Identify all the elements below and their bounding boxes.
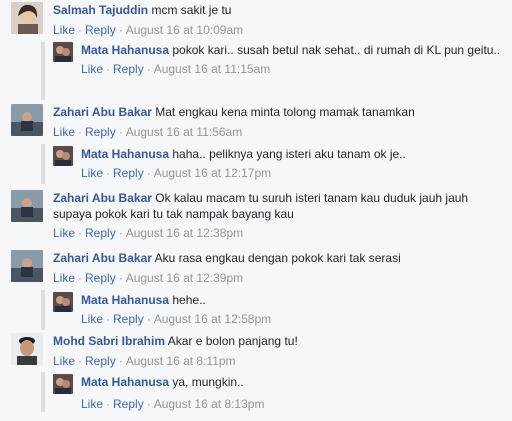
- comment-text: ya, mungkin..: [172, 375, 244, 389]
- reply-rail: [41, 42, 45, 100]
- separator: ·: [106, 312, 111, 326]
- separator: ·: [146, 397, 151, 411]
- like-link[interactable]: Like: [53, 354, 75, 368]
- comment-timestamp[interactable]: August 16 at 12:38pm: [126, 226, 243, 240]
- reply-rail: [41, 290, 45, 330]
- reply-link[interactable]: Reply: [113, 166, 144, 180]
- like-link[interactable]: Like: [53, 226, 75, 240]
- comment-author[interactable]: Zahari Abu Bakar: [53, 191, 152, 205]
- comment-author[interactable]: Zahari Abu Bakar: [53, 105, 152, 119]
- reply-link[interactable]: Reply: [85, 271, 116, 285]
- reply-link[interactable]: Reply: [113, 62, 144, 76]
- comment-text: haha.. peliknyа yang isteri aku tanam ok…: [172, 147, 406, 161]
- separator: ·: [78, 271, 83, 285]
- separator: ·: [146, 166, 151, 180]
- avatar[interactable]: [53, 374, 73, 394]
- comment: Zahari Abu Bakar Aku rasa engkau dengan …: [11, 250, 501, 286]
- like-link[interactable]: Like: [53, 125, 75, 139]
- avatar[interactable]: [53, 146, 73, 166]
- comment-author[interactable]: Zahari Abu Bakar: [53, 251, 152, 265]
- separator: ·: [78, 23, 83, 37]
- reply-rail: [41, 144, 45, 184]
- reply-comment: Mata Hahanusa hehe.. Like · Reply · August 1…: [53, 292, 503, 330]
- avatar[interactable]: [53, 292, 73, 312]
- reply-link[interactable]: Reply: [113, 397, 144, 411]
- separator: ·: [118, 226, 123, 240]
- separator: ·: [118, 23, 123, 37]
- comment-timestamp[interactable]: August 16 at 12:58pm: [154, 312, 271, 326]
- avatar[interactable]: [11, 104, 43, 136]
- reply-link[interactable]: Reply: [85, 23, 116, 37]
- reply-link[interactable]: Reply: [85, 226, 116, 240]
- comment: Zahari Abu Bakar Mat engkau kena minta t…: [11, 104, 501, 140]
- comment-text: Mat engkau kena minta tolong mamak tanam…: [155, 105, 415, 119]
- avatar[interactable]: [53, 42, 73, 62]
- comment: Mohd Sabri Ibrahim Akar e bolon panjang …: [11, 333, 501, 369]
- avatar[interactable]: [11, 333, 43, 365]
- avatar[interactable]: [11, 250, 43, 282]
- reply-link[interactable]: Reply: [113, 312, 144, 326]
- like-link[interactable]: Like: [81, 62, 103, 76]
- reply-comment: Mata Hahanusa haha.. peliknyа yang ister…: [53, 146, 503, 184]
- comment-author[interactable]: Mohd Sabri Ibrahim: [53, 334, 165, 348]
- separator: ·: [78, 125, 83, 139]
- comment-timestamp[interactable]: August 16 at 11:56am: [126, 125, 243, 139]
- comment-author[interactable]: Mata Hahanusa: [81, 147, 169, 161]
- like-link[interactable]: Like: [81, 166, 103, 180]
- comment-timestamp[interactable]: August 16 at 8:13pm: [154, 397, 265, 411]
- comment-thread: Salmah Tajuddin mcm sakit je tu Like · Rep…: [0, 0, 512, 421]
- comment-timestamp[interactable]: August 16 at 12:17pm: [154, 166, 271, 180]
- avatar[interactable]: [11, 2, 43, 34]
- comment-author[interactable]: Salmah Tajuddin: [53, 3, 148, 17]
- comment-text: Aku rasa engkau dengan pokok kari tak se…: [154, 251, 401, 265]
- comment-author[interactable]: Mata Hahanusa: [81, 293, 169, 307]
- reply-rail: [41, 372, 45, 412]
- separator: ·: [106, 62, 111, 76]
- comment: Salmah Tajuddin mcm sakit je tu Like · Rep…: [11, 2, 501, 38]
- separator: ·: [106, 166, 111, 180]
- comment-author[interactable]: Mata Hahanusa: [81, 43, 169, 57]
- comment-timestamp[interactable]: August 16 at 12:39pm: [126, 271, 243, 285]
- comment-text: pokok kari.. susah betul nak sehat.. di …: [172, 43, 501, 57]
- comment-timestamp[interactable]: August 16 at 11:15am: [154, 62, 271, 76]
- reply-comment: Mata Hahanusa ya, mungkin.. Like · Reply · A…: [53, 374, 503, 414]
- separator: ·: [118, 125, 123, 139]
- comment-text: mcm sakit je tu: [151, 3, 232, 17]
- like-link[interactable]: Like: [53, 23, 75, 37]
- comment-timestamp[interactable]: August 16 at 10:09am: [126, 23, 243, 37]
- comment: Zahari Abu Bakar Ok kalau macam tu suruh…: [11, 190, 501, 242]
- comment-text: Akar e bolon panjang tu!: [167, 334, 298, 348]
- comment-text: hehe..: [172, 293, 206, 307]
- reply-link[interactable]: Reply: [85, 125, 116, 139]
- separator: ·: [78, 354, 83, 368]
- like-link[interactable]: Like: [81, 312, 103, 326]
- comment-timestamp[interactable]: August 16 at 8:11pm: [126, 354, 236, 368]
- reply-link[interactable]: Reply: [85, 354, 116, 368]
- reply-comment: Mata Hahanusa pokok kari.. susah betul n…: [53, 42, 503, 98]
- separator: ·: [118, 354, 123, 368]
- avatar[interactable]: [11, 190, 43, 222]
- like-link[interactable]: Like: [53, 271, 75, 285]
- like-link[interactable]: Like: [81, 397, 103, 411]
- separator: ·: [118, 271, 123, 285]
- separator: ·: [146, 62, 151, 76]
- comment-author[interactable]: Mata Hahanusa: [81, 375, 169, 389]
- separator: ·: [146, 312, 151, 326]
- separator: ·: [106, 397, 111, 411]
- separator: ·: [78, 226, 83, 240]
